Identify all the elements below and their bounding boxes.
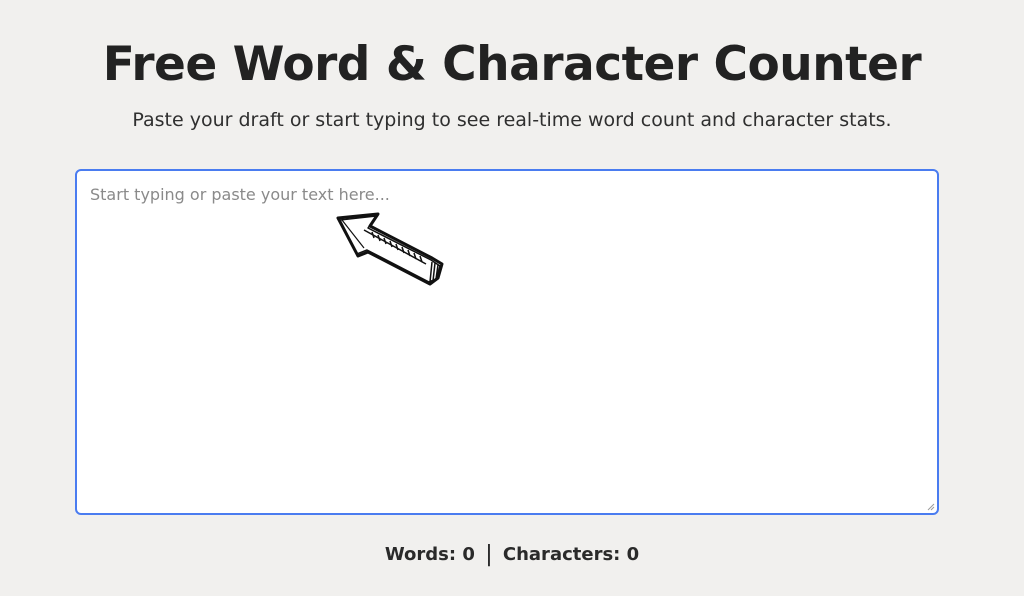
text-input-area[interactable] (77, 171, 937, 513)
characters-label: Characters: (502, 544, 627, 565)
characters-count: 0 (626, 544, 640, 565)
resize-handle-icon[interactable] (925, 501, 935, 511)
words-label: Words: (384, 544, 463, 565)
page-subtitle: Paste your draft or start typing to see … (132, 109, 892, 131)
page-title: Free Word & Character Counter (102, 37, 922, 92)
stats-bar: Words: 0 | Characters: 0 (0, 542, 1024, 568)
words-count: 0 (462, 544, 475, 565)
text-editor-container (75, 169, 939, 515)
hand-drawn-arrow-icon (336, 212, 444, 286)
stats-separator: | (485, 542, 493, 567)
